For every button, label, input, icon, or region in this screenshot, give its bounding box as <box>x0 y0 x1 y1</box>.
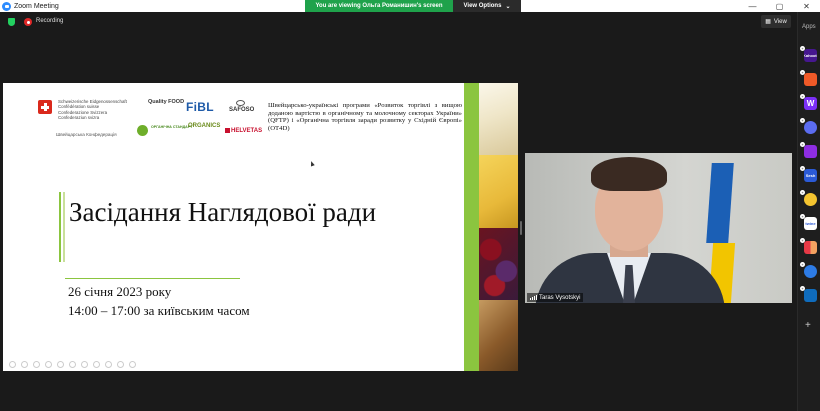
slide-title: Засідання Наглядової ради <box>69 197 377 227</box>
screen-share-banner: You are viewing Ольга Романишин's screen… <box>305 0 521 12</box>
twine-app-icon[interactable]: twine <box>804 217 817 230</box>
quality-food-logo: Quality FOOD <box>148 99 185 105</box>
view-grid-icon: ▦ <box>765 19 771 25</box>
slide-annotation-toolbar <box>9 361 136 368</box>
maximize-button[interactable]: ▢ <box>766 0 793 12</box>
bread-photo <box>479 300 518 371</box>
green-accent-strip <box>464 83 479 371</box>
helvetas-logo: HELVETAS <box>231 128 263 134</box>
title-accent-bar <box>59 192 61 262</box>
app-badge-icon: + <box>800 261 805 267</box>
view-options-button[interactable]: View Options ⌄ <box>453 0 521 12</box>
organics-logo: ORGANICS <box>188 123 221 129</box>
safoso-logo: SAFOSO <box>229 107 255 113</box>
zoom-app-icon <box>2 1 11 11</box>
view-label: View <box>773 18 787 25</box>
swiss-confederation-names: Schweizerische Eidgenossenschaft Confédé… <box>58 99 127 121</box>
smile-app-icon[interactable] <box>804 193 817 206</box>
window-controls: — ▢ ✕ <box>739 0 820 12</box>
annotation-tool-icon[interactable] <box>129 361 136 368</box>
w-app-icon[interactable]: W <box>804 97 817 110</box>
outlook-app-icon[interactable] <box>804 289 817 302</box>
organic-standard-logo-mark <box>137 125 148 136</box>
confed-line: Confederaziun svizra <box>58 115 100 121</box>
app-badge-icon: + <box>800 189 805 195</box>
title-divider <box>65 278 240 279</box>
mouse-cursor-icon <box>309 160 315 167</box>
annotation-tool-icon[interactable] <box>105 361 112 368</box>
window-title: Zoom Meeting <box>14 2 59 10</box>
grid-app-icon[interactable] <box>804 241 817 254</box>
add-app-button[interactable]: + <box>805 320 811 331</box>
view-button[interactable]: ▦ View <box>761 15 791 28</box>
swiss-confederation-ukrainian: Швейцарська Конфедерація <box>56 132 117 137</box>
annotation-tool-icon[interactable] <box>93 361 100 368</box>
orange-app-icon[interactable] <box>804 73 817 86</box>
globe-app-icon[interactable] <box>804 121 817 134</box>
kahoot-app-icon[interactable]: Kahoot! <box>804 49 817 62</box>
annotation-tool-icon[interactable] <box>57 361 64 368</box>
record-icon <box>24 18 32 26</box>
sesh-app-icon[interactable]: Sesh <box>804 169 817 182</box>
safoso-logo-mark <box>236 100 245 106</box>
title-accent-bar-light <box>63 192 65 262</box>
meeting-date: 26 січня 2023 року <box>68 284 172 299</box>
chevron-down-icon: ⌄ <box>505 3 511 10</box>
berries-photo <box>479 228 518 300</box>
participant-name: Taras Vysotskyi <box>539 294 581 301</box>
meeting-time: 14:00 – 17:00 за київським часом <box>68 303 250 318</box>
swiss-flag-icon <box>38 100 52 114</box>
view-options-label: View Options <box>463 3 502 9</box>
shared-slide: Schweizerische Eidgenossenschaft Confédé… <box>3 83 518 371</box>
annotation-tool-icon[interactable] <box>21 361 28 368</box>
fibl-logo: FiBL <box>186 100 214 114</box>
viewing-screen-message: You are viewing Ольга Романишин's screen <box>305 0 453 12</box>
participant-name-tag: Taras Vysotskyi <box>527 293 584 302</box>
program-description: Швейцарсько-українські програми «Розвито… <box>268 102 462 132</box>
video-app-icon[interactable] <box>804 145 817 158</box>
meeting-topbar <box>0 12 797 32</box>
organic-standard-logo: ОРГАНІЧНА СТАНДАРТ <box>151 125 193 129</box>
app-badge-icon: + <box>800 117 805 123</box>
close-button[interactable]: ✕ <box>793 0 820 12</box>
annotation-tool-icon[interactable] <box>69 361 76 368</box>
apps-sidebar: Apps + Kahoot! + + W + + + Sesh + + twin… <box>797 12 820 411</box>
annotation-tool-icon[interactable] <box>45 361 52 368</box>
shield-icon[interactable] <box>8 18 15 26</box>
signal-strength-icon <box>530 295 537 300</box>
annotation-tool-icon[interactable] <box>117 361 124 368</box>
minimize-button[interactable]: — <box>739 0 766 12</box>
split-view-drag-handle[interactable] <box>520 221 522 235</box>
sync-app-icon[interactable] <box>804 265 817 278</box>
recording-label: Recording <box>36 18 64 24</box>
participant-hair <box>591 157 667 191</box>
annotation-tool-icon[interactable] <box>9 361 16 368</box>
apps-label: Apps <box>802 24 816 30</box>
milk-photo <box>479 83 518 155</box>
cheese-photo <box>479 155 518 228</box>
participant-video-tile[interactable]: Taras Vysotskyi <box>525 153 792 303</box>
annotation-tool-icon[interactable] <box>81 361 88 368</box>
helvetas-logo-mark <box>225 128 230 133</box>
annotation-tool-icon[interactable] <box>33 361 40 368</box>
